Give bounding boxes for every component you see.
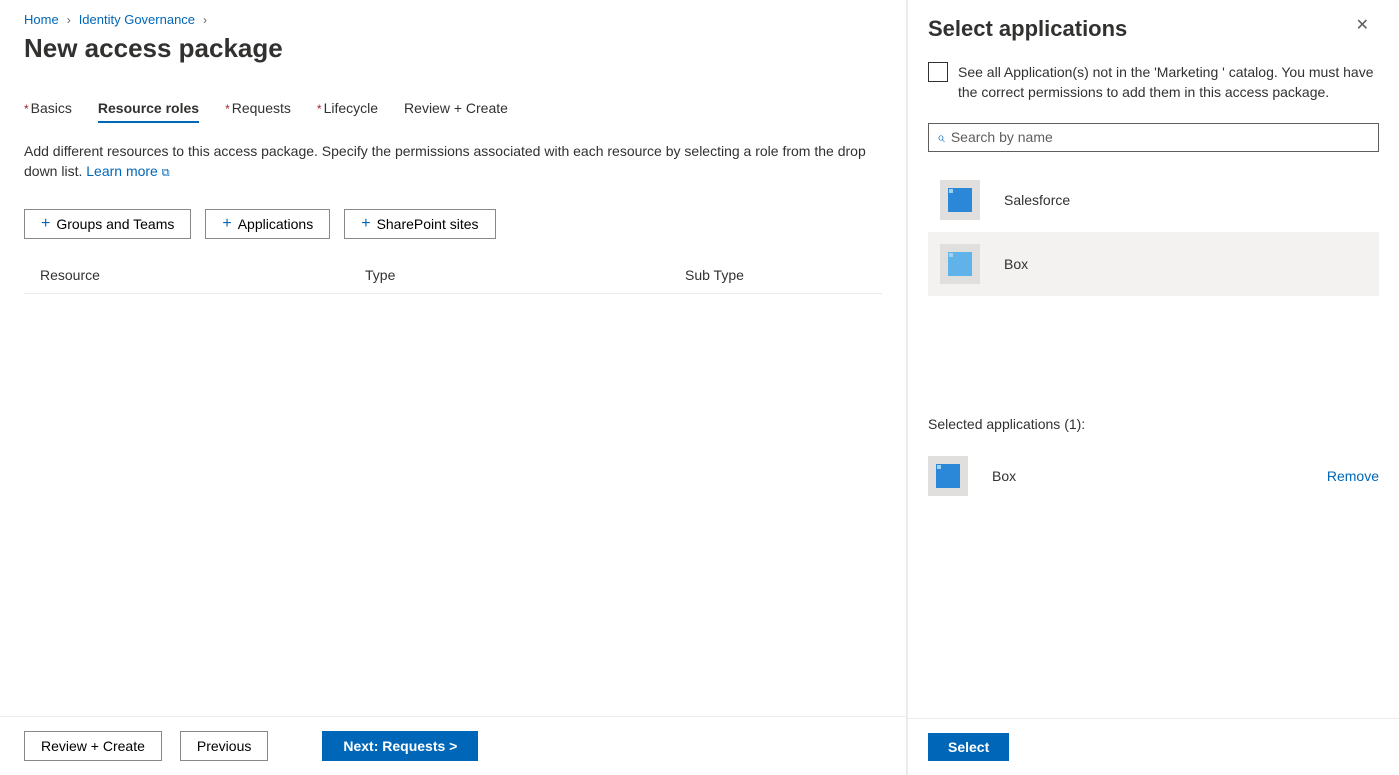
- plus-icon: +: [222, 216, 231, 232]
- tab-label: Basics: [31, 100, 72, 116]
- resource-table-header: Resource Type Sub Type: [24, 257, 882, 294]
- selected-app-row: Box Remove: [928, 450, 1379, 502]
- chevron-right-icon: ›: [203, 13, 207, 27]
- plus-icon: +: [41, 216, 50, 232]
- column-resource: Resource: [40, 267, 365, 283]
- tab-description: Add different resources to this access p…: [24, 142, 882, 181]
- breadcrumb: Home › Identity Governance ›: [24, 12, 882, 27]
- breadcrumb-identity-governance[interactable]: Identity Governance: [79, 12, 195, 27]
- main-content: Home › Identity Governance › New access …: [0, 0, 907, 775]
- panel-body: See all Application(s) not in the 'Marke…: [908, 62, 1399, 718]
- tab-label: Review + Create: [404, 100, 508, 116]
- search-icon: ⌕: [937, 129, 945, 146]
- add-sharepoint-sites-button[interactable]: + SharePoint sites: [344, 209, 495, 239]
- main-body: Home › Identity Governance › New access …: [0, 0, 906, 716]
- selected-app-label: Box: [992, 468, 1016, 484]
- tab-label: Lifecycle: [324, 100, 378, 116]
- tab-resource-roles[interactable]: Resource roles: [98, 98, 199, 122]
- app-row-salesforce[interactable]: Salesforce: [928, 168, 1379, 232]
- add-resource-buttons: + Groups and Teams + Applications + SharePo…: [24, 209, 882, 239]
- app-label: Box: [1004, 256, 1028, 272]
- previous-button[interactable]: Previous: [180, 731, 268, 761]
- selected-applications-heading: Selected applications (1):: [928, 416, 1379, 432]
- application-icon: [940, 244, 980, 284]
- tab-label: Requests: [232, 100, 291, 116]
- search-input[interactable]: [951, 129, 1370, 145]
- see-all-checkbox[interactable]: [928, 62, 948, 82]
- tab-basics[interactable]: *Basics: [24, 98, 72, 122]
- see-all-text: See all Application(s) not in the 'Marke…: [958, 62, 1379, 103]
- learn-more-link[interactable]: Learn more ⧉: [86, 163, 169, 179]
- application-icon: [940, 180, 980, 220]
- next-button[interactable]: Next: Requests >: [322, 731, 478, 761]
- column-subtype: Sub Type: [685, 267, 866, 283]
- tab-lifecycle[interactable]: *Lifecycle: [317, 98, 378, 122]
- select-applications-panel: Select applications ✕ See all Applicatio…: [907, 0, 1399, 775]
- review-create-button[interactable]: Review + Create: [24, 731, 162, 761]
- remove-link[interactable]: Remove: [1327, 468, 1379, 484]
- app-label: Salesforce: [1004, 192, 1070, 208]
- panel-header: Select applications ✕: [908, 0, 1399, 62]
- tab-label: Resource roles: [98, 100, 199, 116]
- chevron-right-icon: ›: [67, 13, 71, 27]
- tab-requests[interactable]: *Requests: [225, 98, 291, 122]
- panel-title: Select applications: [928, 16, 1127, 42]
- panel-footer: Select: [908, 718, 1399, 775]
- search-box[interactable]: ⌕: [928, 123, 1379, 152]
- button-label: Groups and Teams: [56, 216, 174, 232]
- wizard-footer: Review + Create Previous Next: Requests …: [0, 716, 906, 775]
- add-applications-button[interactable]: + Applications: [205, 209, 330, 239]
- close-icon[interactable]: ✕: [1352, 16, 1373, 36]
- plus-icon: +: [361, 216, 370, 232]
- tab-review-create[interactable]: Review + Create: [404, 98, 508, 122]
- button-label: Applications: [238, 216, 314, 232]
- page-title: New access package: [24, 33, 882, 64]
- add-groups-teams-button[interactable]: + Groups and Teams: [24, 209, 191, 239]
- external-link-icon: ⧉: [162, 167, 170, 179]
- app-row-box[interactable]: Box: [928, 232, 1379, 296]
- select-button[interactable]: Select: [928, 733, 1009, 761]
- application-icon: [928, 456, 968, 496]
- see-all-row: See all Application(s) not in the 'Marke…: [928, 62, 1379, 103]
- button-label: SharePoint sites: [377, 216, 479, 232]
- breadcrumb-home[interactable]: Home: [24, 12, 59, 27]
- tabs: *Basics Resource roles *Requests *Lifecy…: [24, 98, 882, 122]
- column-type: Type: [365, 267, 685, 283]
